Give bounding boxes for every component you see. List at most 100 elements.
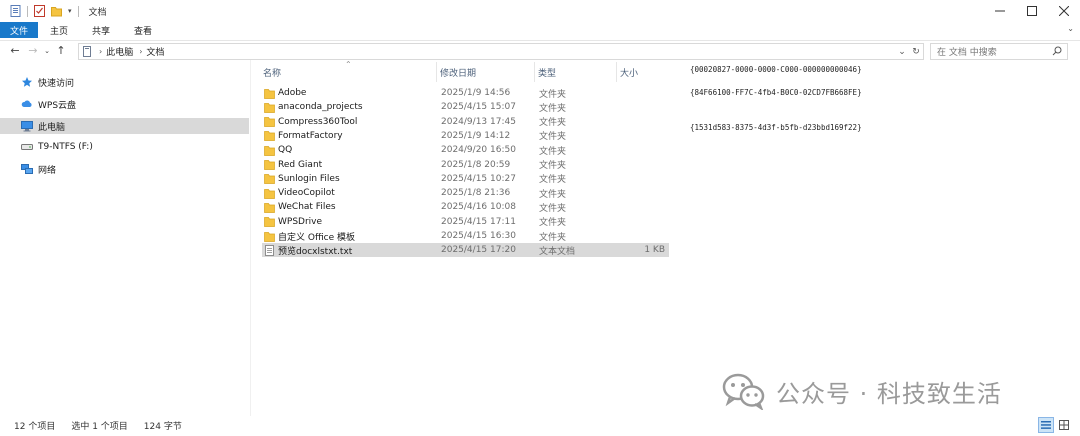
file-modified-date: 2025/4/15 10:27 [441, 173, 516, 184]
tab-home[interactable]: 主页 [38, 22, 80, 38]
refresh-icon[interactable]: ↻ [909, 47, 923, 57]
address-dropdown-icon[interactable]: ⌄ [895, 47, 909, 57]
window-controls [984, 0, 1080, 22]
file-modified-date: 2024/9/13 17:45 [441, 116, 516, 127]
file-modified-date: 2025/1/9 14:12 [441, 130, 511, 141]
table-row[interactable]: QQ 2024/9/20 16:50 文件夹 [262, 143, 669, 157]
table-row[interactable]: WeChat Files 2025/4/16 10:08 文件夹 [262, 200, 669, 214]
file-name: Adobe [278, 88, 307, 98]
column-header-date[interactable]: 修改日期 [440, 66, 476, 79]
close-button[interactable] [1048, 0, 1080, 22]
table-row[interactable]: Red Giant 2025/1/8 20:59 文件夹 [262, 158, 669, 172]
properties-icon[interactable] [34, 5, 45, 17]
sidebar-item-drive-f[interactable]: T9-NTFS (F:) [0, 139, 249, 155]
text-file-icon [265, 244, 274, 256]
sidebar-item-this-pc[interactable]: 此电脑 [0, 118, 249, 134]
file-modified-date: 2025/4/15 15:07 [441, 102, 516, 113]
large-icons-view-button[interactable] [1056, 417, 1072, 433]
navigation-pane: 快速访问 WPS云盘 此电脑 T9-NTFS (F:) 网络 [0, 64, 250, 414]
table-row[interactable]: anaconda_projects 2025/4/15 15:07 文件夹 [262, 100, 669, 114]
tab-view[interactable]: 查看 [122, 22, 164, 38]
breadcrumb-current[interactable]: 文档 [146, 45, 164, 58]
table-row[interactable]: Adobe 2025/1/9 14:56 文件夹 [262, 86, 669, 100]
document-icon[interactable] [10, 5, 21, 17]
status-selected-size: 124 字节 [143, 421, 182, 432]
file-name: FormatFactory [278, 130, 343, 141]
view-switcher [1036, 417, 1072, 433]
sort-ascending-icon: ⌃ [345, 60, 352, 69]
file-type: 文件夹 [539, 218, 567, 229]
sidebar-item-wps-cloud[interactable]: WPS云盘 [0, 96, 249, 112]
table-row[interactable]: 预览docxlstxt.txt 2025/4/15 17:20 文本文档 1 KB [262, 243, 669, 258]
up-button[interactable]: ↑ [52, 42, 70, 60]
column-separator[interactable] [436, 62, 437, 82]
search-icon [1052, 46, 1062, 56]
status-bar: 12 个项目 选中 1 个项目 124 字节 [0, 414, 1080, 436]
arrow-up-icon: ↑ [56, 44, 66, 57]
file-type: 文件夹 [539, 118, 567, 129]
table-row[interactable]: Sunlogin Files 2025/4/15 10:27 文件夹 [262, 172, 669, 186]
status-item-count: 12 个项目 [14, 421, 56, 432]
forward-button[interactable]: → [24, 42, 42, 60]
file-type: 文件夹 [539, 132, 567, 143]
file-name: WeChat Files [278, 202, 336, 213]
toolbar-divider [27, 5, 28, 17]
file-type: 文件夹 [539, 232, 567, 243]
new-folder-icon[interactable] [51, 5, 62, 17]
search-placeholder: 在 文档 中搜索 [937, 48, 997, 58]
close-icon [1059, 6, 1069, 16]
large-icons-view-icon [1059, 420, 1069, 430]
computer-icon [83, 46, 91, 57]
column-header-size[interactable]: 大小 [620, 66, 638, 79]
sidebar-item-network[interactable]: 网络 [0, 161, 249, 177]
file-type: 文件夹 [539, 146, 567, 157]
sidebar-item-label: 快速访问 [38, 78, 75, 89]
table-row[interactable]: 自定义 Office 模板 2025/4/15 16:30 文件夹 [262, 229, 669, 243]
file-name: Compress360Tool [278, 116, 358, 127]
file-modified-date: 2025/4/15 17:11 [441, 216, 516, 227]
maximize-button[interactable] [1016, 0, 1048, 22]
ribbon-tabs: 文件 主页 共享 查看 ⌄ [0, 22, 1080, 38]
file-name: 预览docxlstxt.txt [278, 246, 353, 257]
minimize-button[interactable] [984, 0, 1016, 22]
table-row[interactable]: FormatFactory 2025/1/9 14:12 文件夹 [262, 129, 669, 143]
recent-locations-button[interactable]: ⌄ [42, 42, 52, 60]
folder-icon [264, 88, 275, 99]
folder-icon [264, 203, 275, 213]
tab-file[interactable]: 文件 [0, 22, 38, 38]
column-separator[interactable] [616, 62, 617, 82]
file-modified-date: 2025/1/9 14:56 [441, 88, 511, 98]
arrow-left-icon: ← [10, 44, 20, 57]
column-header-name[interactable]: 名称 [263, 66, 281, 79]
status-selected-count: 选中 1 个项目 [71, 421, 128, 432]
expand-ribbon-icon[interactable]: ⌄ [1067, 24, 1074, 33]
address-bar[interactable]: › 此电脑 › 文档 ⌄ ↻ [78, 43, 924, 60]
search-input[interactable]: 在 文档 中搜索 [930, 43, 1068, 60]
sidebar-item-label: 此电脑 [38, 122, 66, 133]
details-view-button[interactable] [1038, 417, 1054, 433]
folder-icon [264, 145, 275, 156]
table-row[interactable]: WPSDrive 2025/4/15 17:11 文件夹 [262, 215, 669, 229]
table-row[interactable]: VideoCopilot 2025/1/8 21:36 文件夹 [262, 186, 669, 200]
folder-icon [264, 174, 275, 185]
window-title: 文档 [88, 7, 107, 18]
file-name: Red Giant [278, 159, 323, 170]
breadcrumb-root[interactable]: 此电脑 [106, 45, 133, 58]
sidebar-item-label: T9-NTFS (F:) [38, 142, 93, 152]
file-name: anaconda_projects [278, 102, 363, 113]
column-header-type[interactable]: 类型 [538, 66, 556, 79]
folder-icon [264, 117, 275, 127]
file-type: 文件夹 [539, 89, 567, 100]
qat-dropdown-icon[interactable]: ▾ [68, 7, 72, 15]
tab-share[interactable]: 共享 [80, 22, 122, 38]
column-separator[interactable] [534, 62, 535, 82]
table-row[interactable]: Compress360Tool 2024/9/13 17:45 文件夹 [262, 115, 669, 129]
file-size: 1 KB [644, 245, 665, 256]
preview-line: {84F66100-FF7C-4fb4-B0C0-02CD7FB668FE} [690, 88, 862, 97]
network-icon [21, 163, 33, 175]
file-name: QQ [278, 145, 293, 156]
file-name: WPSDrive [278, 216, 323, 227]
sidebar-item-quick-access[interactable]: 快速访问 [0, 74, 249, 90]
arrow-right-icon: → [28, 44, 38, 57]
back-button[interactable]: ← [6, 42, 24, 60]
